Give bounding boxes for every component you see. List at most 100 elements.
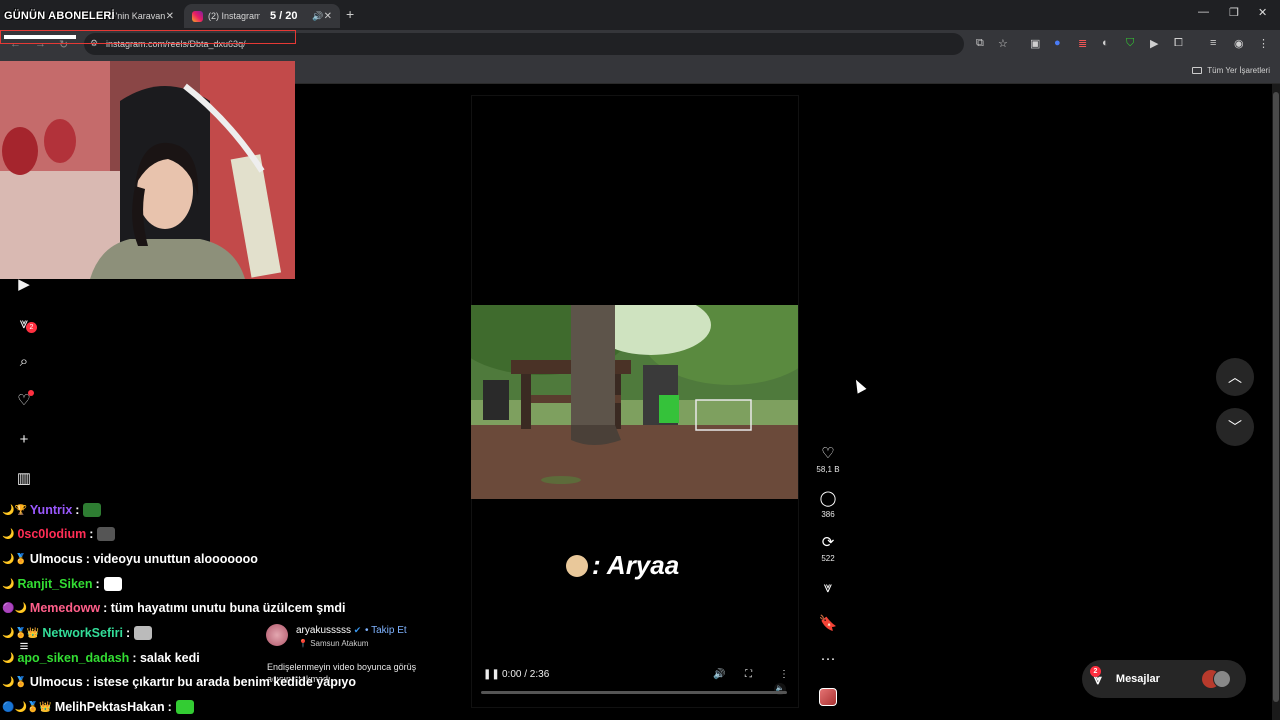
close-window-icon[interactable]: ✕	[1258, 6, 1267, 19]
instagram-favicon-icon	[192, 10, 203, 22]
chat-text: : videoyu unuttun alooooooo	[85, 552, 258, 566]
more-horizontal-icon[interactable]: ···	[812, 650, 844, 668]
save-action[interactable]: 🔖	[812, 615, 844, 633]
chat-emote-icon	[97, 527, 116, 541]
share-action[interactable]: ⩔	[812, 579, 844, 597]
comment-action[interactable]: ◯ 386	[812, 490, 844, 519]
chevron-up-icon: ︿	[1228, 369, 1242, 385]
chat-username: Ulmocus	[29, 675, 83, 689]
extension-icon[interactable]: ●	[1054, 37, 1061, 49]
chat-emote-icon	[175, 700, 194, 714]
play-extension-icon[interactable]: ▶	[1150, 37, 1158, 50]
messages-button[interactable]: ⩔ 2 Mesajlar	[1082, 660, 1246, 698]
create-icon[interactable]: +	[14, 429, 34, 449]
chat-emote-icon	[103, 577, 122, 591]
all-bookmarks[interactable]: Tüm Yer İşaretleri	[1192, 66, 1270, 75]
new-tab-icon[interactable]: +	[346, 6, 354, 22]
reels-icon[interactable]: ▶	[14, 274, 34, 294]
message-avatars	[1202, 670, 1231, 688]
subscribers-counter: 5 / 20	[270, 10, 298, 22]
media-control-icon[interactable]: ≡	[1210, 37, 1216, 49]
chat-username: Yuntrix	[29, 503, 73, 517]
chat-username: Memedoww	[29, 601, 101, 615]
scrollbar-thumb[interactable]	[1273, 92, 1279, 702]
chat-text: :	[167, 700, 172, 714]
chat-username: Ulmocus	[29, 552, 83, 566]
speaker-icon[interactable]: 🔊	[312, 11, 323, 22]
chat-message: 🌙 0sc0lodium:	[2, 524, 116, 544]
bookmark-icon[interactable]: 🔖	[812, 615, 844, 633]
heart-icon[interactable]: ♡	[812, 445, 844, 463]
minimize-icon[interactable]: —	[1198, 6, 1209, 18]
chat-emote-icon	[83, 503, 102, 517]
previous-reel-button[interactable]: ︿	[1216, 358, 1254, 396]
share-icon[interactable]: ⩔	[812, 579, 844, 597]
chat-username: MelihPektasHakan	[54, 700, 165, 714]
activity-dot	[28, 390, 34, 396]
author-location[interactable]: 📍 Samsun Atakum	[298, 639, 368, 648]
dashboard-icon[interactable]: ▥	[14, 468, 34, 488]
more-options-icon[interactable]: ⋮	[779, 669, 789, 680]
install-icon[interactable]: ⧉	[976, 37, 984, 50]
repost-icon[interactable]: ⟳	[812, 534, 844, 552]
progress-fill	[4, 35, 76, 39]
comment-count: 386	[821, 510, 835, 519]
chat-badge-icon: 🌙🏅	[2, 553, 27, 565]
chat-message: 🟣🌙 Memedoww: tüm hayatımı unutu buna üzül…	[2, 598, 345, 618]
like-action[interactable]: ♡ 58,1 B	[812, 445, 844, 474]
baby-face-emoji-icon	[566, 554, 588, 577]
menu-icon[interactable]: ⋮	[1258, 37, 1269, 50]
follow-button[interactable]: • Takip Et	[365, 625, 407, 636]
chat-message: 🌙🏅 Ulmocus: istese çıkartır bu arada beni…	[2, 672, 356, 692]
chat-message: 🌙🏅👑 NetworkSefiri:	[2, 623, 153, 643]
tab-instagram[interactable]: (2) Instagram 🔊 ✕	[184, 4, 340, 28]
next-reel-button[interactable]: ﹀	[1216, 408, 1254, 446]
chat-message: 🔵🌙🏅👑 MelihPektasHakan:	[2, 697, 194, 717]
reel-caption: : Aryaa	[566, 550, 679, 581]
reel-caption-text: : Aryaa	[592, 550, 680, 580]
chat-text: :	[89, 527, 94, 541]
time-display: 0:00 / 2:36	[502, 669, 550, 680]
like-count: 58,1 B	[816, 465, 840, 474]
author-name[interactable]: aryakusssss	[296, 625, 351, 636]
puzzle-icon[interactable]: ⧠	[1174, 37, 1183, 50]
video-progress[interactable]	[481, 691, 787, 694]
location-text: Samsun Atakum	[310, 639, 369, 648]
video-scene	[471, 305, 798, 499]
comment-icon[interactable]: ◯	[812, 490, 844, 508]
author-avatar[interactable]	[266, 624, 288, 646]
notifications-badge: 2	[26, 322, 37, 333]
chat-badge-icon: 🌙	[2, 528, 15, 540]
subscribers-overlay-title: GÜNÜN ABONELERİ	[4, 10, 115, 22]
close-tab-icon[interactable]: ✕	[324, 11, 332, 22]
tab-title: (2) Instagram	[208, 11, 261, 21]
chat-message: 🌙 apo_siken_dadash: salak kedi	[2, 648, 200, 668]
search-icon[interactable]: ⌕	[14, 351, 34, 371]
messages-label: Mesajlar	[1115, 673, 1160, 685]
chat-text: :	[75, 503, 80, 517]
restore-icon[interactable]: ❐	[1229, 6, 1239, 19]
more-action[interactable]: ···	[812, 650, 844, 668]
close-tab-icon[interactable]: ✕	[166, 11, 174, 22]
chat-message: 🌙🏅 Ulmocus: videoyu unuttun alooooooo	[2, 549, 258, 569]
bookmark-star-icon[interactable]: ☆	[998, 37, 1008, 50]
reel-video-frame[interactable]	[471, 305, 798, 499]
chat-badge-icon: 🌙🏅👑	[2, 627, 40, 639]
profile-icon[interactable]: ◉	[1234, 37, 1244, 50]
fullscreen-icon[interactable]: ⛶	[745, 669, 752, 680]
author-name-row[interactable]: aryakusssss ✔	[296, 625, 361, 636]
repost-action[interactable]: ⟳ 522	[812, 534, 844, 563]
folder-icon	[1192, 67, 1203, 74]
chat-username: apo_siken_dadash	[17, 651, 130, 665]
follow-label: Takip Et	[371, 625, 407, 636]
audio-thumbnail[interactable]	[819, 688, 837, 706]
chat-badge-icon: 🌙	[2, 652, 15, 664]
extension-icon[interactable]: ▣	[1030, 37, 1040, 50]
chat-message: 🌙🏆 Yuntrix:	[2, 500, 102, 520]
volume-icon[interactable]: 🔊	[713, 669, 725, 680]
shield-icon[interactable]: ⛉	[1126, 37, 1134, 50]
pause-icon[interactable]: ❚❚	[483, 669, 500, 680]
extension-icon[interactable]: ◐	[1102, 37, 1109, 49]
chat-username: Ranjit_Siken	[17, 577, 93, 591]
extension-icon[interactable]: ≣	[1078, 37, 1087, 50]
